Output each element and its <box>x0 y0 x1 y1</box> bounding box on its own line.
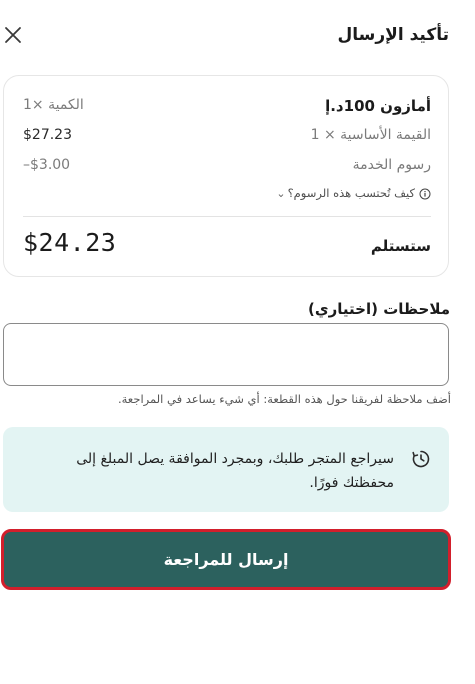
notes-input[interactable] <box>3 323 449 386</box>
dialog-title: تأكيد الإرسال <box>337 25 449 45</box>
dialog-header: تأكيد الإرسال <box>0 0 475 72</box>
notes-help-text: أضف ملاحظة لفريقنا حول هذه القطعة: أي شي… <box>117 392 451 406</box>
confirm-submit-dialog: تأكيد الإرسال أمازون 100د.إ الكمية ×1 ال… <box>0 0 475 684</box>
total-label: ستستلم <box>370 237 431 255</box>
fee-help-link[interactable]: كيف تُحتسب هذه الرسوم؟⌄ <box>276 186 431 200</box>
fee-help-row: كيف تُحتسب هذه الرسوم؟⌄ <box>23 186 431 208</box>
base-value: $27.23 <box>23 127 72 143</box>
service-fee-row: رسوم الخدمة –$3.00 <box>23 157 431 179</box>
total-value: $24.23 <box>23 228 117 257</box>
review-info-box: سيراجع المتجر طلبك، وبمجرد الموافقة يصل … <box>3 427 449 512</box>
clock-icon <box>412 450 430 468</box>
close-icon <box>5 27 21 43</box>
summary-divider <box>23 216 431 217</box>
quantity-label: الكمية ×1 <box>23 97 84 113</box>
submit-for-review-button[interactable]: إرسال للمراجعة <box>1 529 451 590</box>
info-icon <box>419 188 431 199</box>
service-fee-label: رسوم الخدمة <box>352 157 431 173</box>
product-row: أمازون 100د.إ الكمية ×1 <box>23 97 431 119</box>
product-name: أمازون 100د.إ <box>325 97 431 115</box>
service-fee: –$3.00 <box>23 157 71 173</box>
base-value-label: القيمة الأساسية × 1 <box>310 127 431 143</box>
notes-label: ملاحظات (اختياري) <box>308 300 450 318</box>
total-row: ستستلم $24.23 <box>23 228 431 262</box>
fee-help-text: كيف تُحتسب هذه الرسوم؟ <box>287 186 415 200</box>
chevron-down-icon: ⌄ <box>276 187 286 200</box>
review-info-message: سيراجع المتجر طلبك، وبمجرد الموافقة يصل … <box>76 451 394 491</box>
base-value-row: القيمة الأساسية × 1 $27.23 <box>23 127 431 149</box>
summary-card: أمازون 100د.إ الكمية ×1 القيمة الأساسية … <box>3 75 449 277</box>
close-button[interactable] <box>2 24 24 46</box>
